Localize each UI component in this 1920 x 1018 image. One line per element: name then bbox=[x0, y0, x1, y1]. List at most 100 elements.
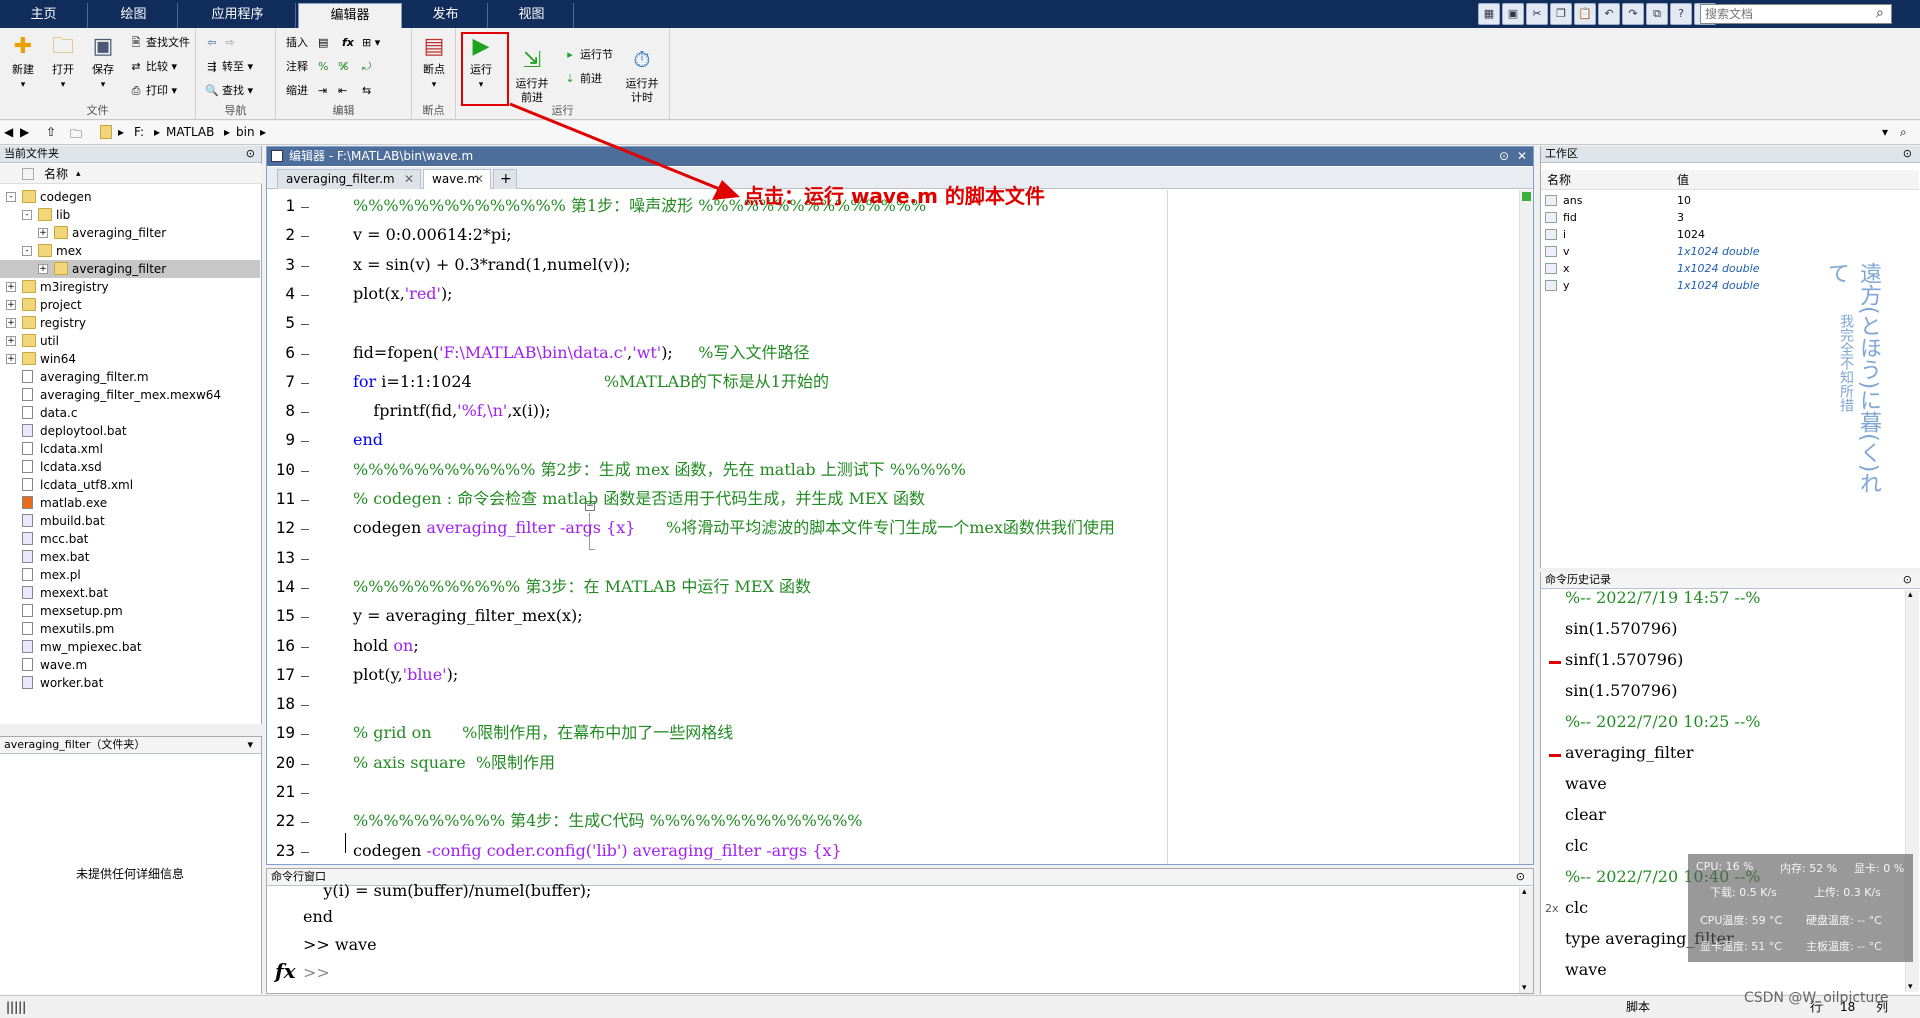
code-area[interactable]: %%%%%%%%%%%%%% 第1步：噪声波形 %%%%%%%%%%%%%%% v… bbox=[309, 190, 1531, 864]
paste-icon[interactable]: 📋 bbox=[1574, 3, 1596, 25]
file-row[interactable]: lcdata.xml bbox=[0, 440, 260, 458]
collapse-icon[interactable]: - bbox=[6, 192, 16, 202]
increase-indent-icon[interactable]: ⇤ bbox=[338, 82, 347, 100]
advance-button[interactable]: ⇣ 前进 bbox=[562, 70, 602, 88]
redo-icon[interactable]: ↷ bbox=[1622, 3, 1644, 25]
back-forward-buttons[interactable]: ⇦ ⇨ bbox=[204, 34, 240, 52]
run-section-button[interactable]: ▸ 运行节 bbox=[562, 46, 613, 64]
editor-tab-wave[interactable]: wave.m ✕ bbox=[423, 169, 491, 189]
file-row[interactable]: mexutils.pm bbox=[0, 620, 260, 638]
fx-function-browser-icon[interactable]: fx bbox=[275, 959, 296, 983]
file-row[interactable]: mcc.bat bbox=[0, 530, 260, 548]
compare-button[interactable]: ⇄ 比较 ▾ bbox=[128, 58, 177, 76]
wrap-comments-icon[interactable]: ⤾ bbox=[362, 58, 371, 76]
forward-icon[interactable]: ▶ bbox=[20, 125, 29, 139]
panel-menu-icon[interactable]: ⊙ bbox=[1903, 146, 1912, 162]
insert-button[interactable]: 插入 bbox=[286, 34, 308, 52]
find-files-button[interactable]: 🗎 查找文件 bbox=[128, 34, 190, 52]
breakpoint-dash[interactable] bbox=[301, 763, 309, 765]
value-column-header[interactable]: 值 bbox=[1677, 170, 1689, 190]
file-row[interactable]: mw_mpiexec.bat bbox=[0, 638, 260, 656]
breakpoint-dash[interactable] bbox=[301, 207, 309, 208]
tab-apps[interactable]: 应用程序 bbox=[180, 3, 296, 28]
insert-section-icon[interactable]: ▤ bbox=[318, 34, 328, 52]
breakpoint-dash[interactable] bbox=[301, 324, 309, 326]
file-row[interactable]: averaging_filter_mex.mexw64 bbox=[0, 386, 260, 404]
back-icon[interactable]: ◀ bbox=[4, 125, 13, 139]
name-column-header[interactable]: 名称 bbox=[1547, 170, 1571, 190]
breadcrumb-matlab[interactable]: MATLAB bbox=[166, 125, 214, 139]
smart-indent-icon[interactable]: ⇥ bbox=[318, 82, 327, 100]
breadcrumb-drive[interactable]: F: bbox=[134, 125, 144, 139]
folder-row[interactable]: + averaging_filter bbox=[0, 260, 260, 278]
expand-icon[interactable]: + bbox=[6, 318, 16, 328]
panel-menu-icon[interactable]: ⊙ bbox=[246, 146, 255, 162]
tab-plots[interactable]: 绘图 bbox=[90, 3, 178, 28]
up-folder-icon[interactable]: ⇧ bbox=[46, 125, 56, 139]
save-button[interactable]: ▣ 保存 ▾ bbox=[86, 34, 120, 92]
folder-row[interactable]: - lib bbox=[0, 206, 260, 224]
folder-row[interactable]: - codegen bbox=[0, 188, 260, 206]
history-entry[interactable]: clc bbox=[1565, 836, 1588, 855]
breakpoint-dash[interactable] bbox=[301, 500, 309, 501]
find-button[interactable]: 🔍 查找 ▾ bbox=[204, 82, 253, 100]
workspace-variable-row[interactable]: fid 3 bbox=[1541, 209, 1919, 226]
breakpoint-dash[interactable] bbox=[301, 822, 309, 824]
history-entry[interactable]: clc bbox=[1565, 898, 1588, 917]
breakpoint-dash[interactable] bbox=[301, 793, 309, 794]
tab-view[interactable]: 视图 bbox=[490, 3, 574, 28]
folder-row[interactable]: + m3iregistry bbox=[0, 278, 260, 296]
expand-icon[interactable]: + bbox=[38, 264, 48, 274]
breakpoint-dash[interactable] bbox=[301, 646, 309, 648]
uncomment-percent-icon[interactable]: %̸ bbox=[338, 58, 348, 76]
search-documentation-input[interactable]: 搜索文档 bbox=[1700, 4, 1892, 24]
copy-icon[interactable]: ❐ bbox=[1550, 3, 1572, 25]
layout-icon[interactable]: ▦ bbox=[1478, 3, 1500, 25]
editor-close-icon[interactable]: ✕ bbox=[1517, 147, 1527, 166]
decrease-indent-icon[interactable]: ⇆ bbox=[362, 82, 371, 100]
workspace-variable-row[interactable]: i 1024 bbox=[1541, 226, 1919, 243]
switch-windows-icon[interactable]: ⧉ bbox=[1646, 3, 1668, 25]
insert-function-icon[interactable]: ⊞ ▾ bbox=[362, 34, 380, 52]
comment-button[interactable]: 注释 bbox=[286, 58, 308, 76]
fx-button[interactable]: fx bbox=[342, 34, 354, 52]
tab-home[interactable]: 主页 bbox=[0, 3, 88, 28]
expand-icon[interactable]: + bbox=[6, 336, 16, 346]
cut-icon[interactable]: ✂ bbox=[1526, 3, 1548, 25]
file-row[interactable]: matlab.exe bbox=[0, 494, 260, 512]
indent-button[interactable]: 缩进 bbox=[286, 82, 308, 100]
breakpoint-dash[interactable] bbox=[301, 734, 309, 736]
expand-icon[interactable]: + bbox=[6, 354, 16, 364]
file-row[interactable]: deploytool.bat bbox=[0, 422, 260, 440]
breakpoint-dash[interactable] bbox=[301, 412, 309, 414]
file-row[interactable]: lcdata.xsd bbox=[0, 458, 260, 476]
breakpoint-dash[interactable] bbox=[301, 236, 309, 238]
close-tab-icon[interactable]: ✕ bbox=[404, 170, 414, 188]
close-tab-icon[interactable]: ✕ bbox=[474, 170, 484, 188]
file-row[interactable]: mbuild.bat bbox=[0, 512, 260, 530]
folder-row[interactable]: + registry bbox=[0, 314, 260, 332]
breakpoints-button[interactable]: ▤ 断点 ▾ bbox=[416, 34, 452, 92]
current-folder-header[interactable]: 名称 ▴ bbox=[0, 164, 262, 184]
collapse-icon[interactable]: - bbox=[22, 246, 32, 256]
breakpoint-dash[interactable] bbox=[301, 705, 309, 707]
expand-icon[interactable]: + bbox=[6, 282, 16, 292]
details-title[interactable]: averaging_filter（文件夹） ▾ bbox=[0, 737, 261, 754]
breakpoint-dash[interactable] bbox=[301, 470, 309, 472]
breakpoint-dash[interactable] bbox=[301, 529, 309, 531]
name-column-header[interactable]: 名称 bbox=[44, 164, 68, 184]
panel-menu-icon[interactable]: ⊙ bbox=[1903, 572, 1912, 588]
history-entry[interactable]: wave bbox=[1565, 774, 1607, 793]
run-and-time-button[interactable]: ⏱ 运行并 计时 bbox=[622, 34, 662, 105]
workspace-variable-row[interactable]: ans 10 bbox=[1541, 192, 1919, 209]
history-entry[interactable]: averaging_filter bbox=[1565, 743, 1693, 762]
breakpoint-dash[interactable] bbox=[301, 382, 309, 384]
collapse-icon[interactable]: - bbox=[22, 210, 32, 220]
browse-folder-icon[interactable]: 🗀 bbox=[70, 125, 82, 146]
undo-icon[interactable]: ↶ bbox=[1598, 3, 1620, 25]
editor-menu-icon[interactable]: ⊙ bbox=[1499, 147, 1509, 166]
open-button[interactable]: 🗀 打开 ▾ bbox=[46, 34, 80, 92]
breadcrumb-bin[interactable]: bin bbox=[236, 125, 255, 139]
search-folder-icon[interactable]: ⌕ bbox=[1900, 125, 1907, 140]
cmd-prompt[interactable]: >> bbox=[303, 963, 330, 982]
